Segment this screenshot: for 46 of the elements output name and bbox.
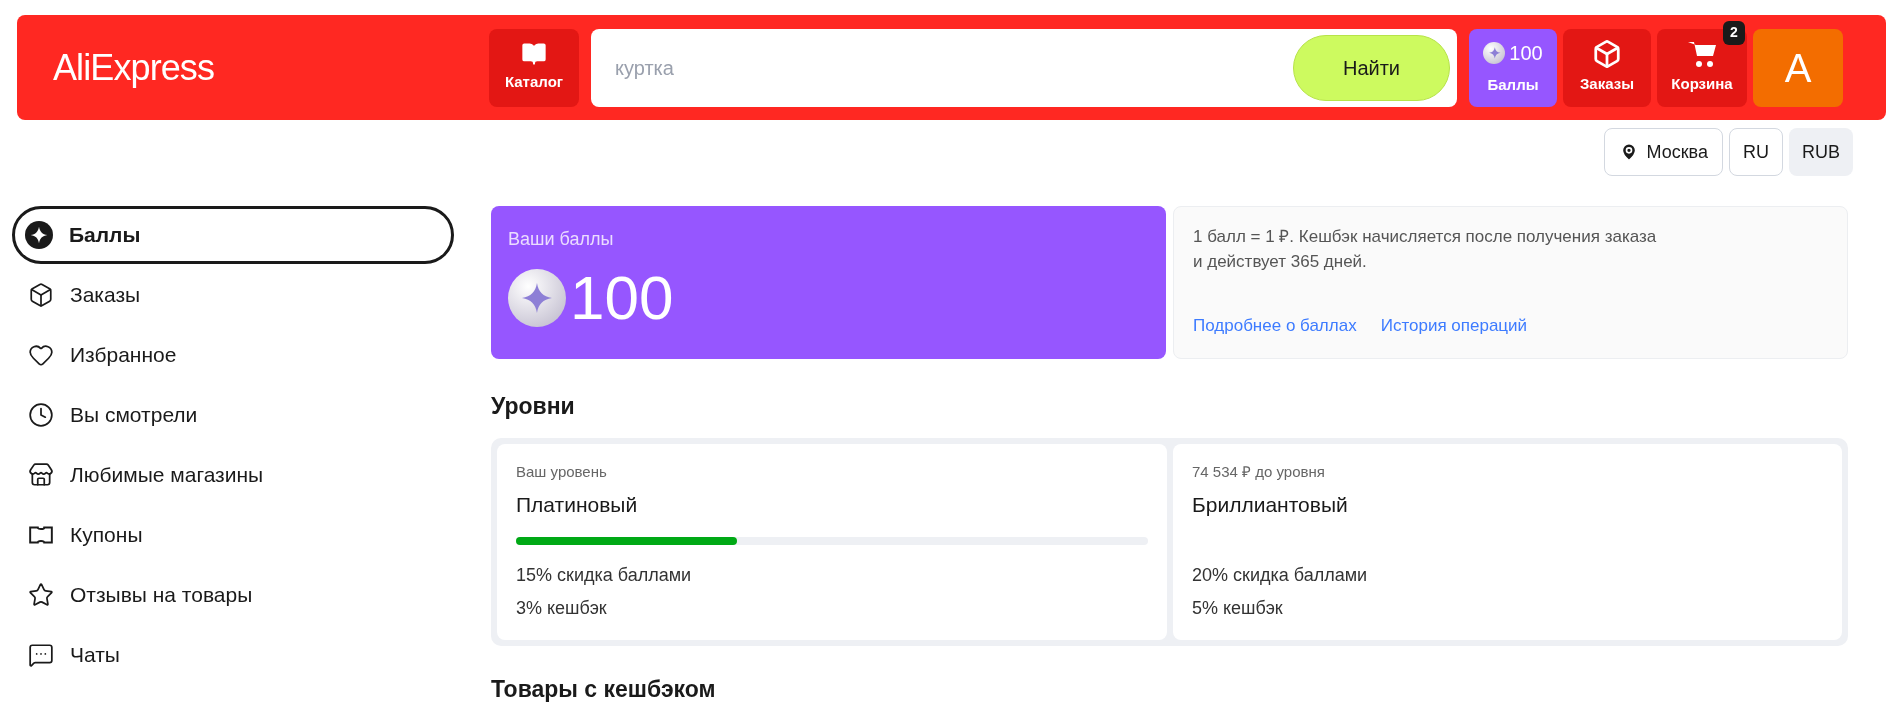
points-count: 100 <box>1509 41 1543 67</box>
level-perk: 3% кешбэк <box>516 596 608 620</box>
points-card-title: Ваши баллы <box>508 228 615 251</box>
level-name: Платиновый <box>516 492 639 518</box>
currency-button[interactable]: RUB <box>1789 128 1853 176</box>
info-link[interactable]: Подробнее о баллах <box>1193 312 1357 338</box>
level-name: Бриллиантовый <box>1192 492 1349 518</box>
sidebar-item[interactable]: Любимые магазины <box>12 446 454 504</box>
sidebar-item[interactable]: Отзывы на товары <box>12 566 454 624</box>
level-perk: 20% скидка баллами <box>1192 563 1369 587</box>
level-caption: Ваш уровень <box>516 461 608 482</box>
points-label: Баллы <box>1487 75 1539 96</box>
sidebar-item[interactable]: Чаты <box>12 626 454 684</box>
logo[interactable]: AliExpress <box>53 40 489 95</box>
section-title: Уровни <box>491 392 576 421</box>
search-field[interactable]: куртка Найти <box>591 28 1457 107</box>
sidebar-item[interactable]: Баллы <box>12 206 454 264</box>
info-link[interactable]: История операций <box>1380 312 1528 338</box>
sidebar-item[interactable]: Избранное <box>12 326 454 384</box>
heart-icon <box>28 342 54 368</box>
language-button[interactable]: RU <box>1729 128 1783 176</box>
search-button[interactable]: Найти <box>1293 34 1450 101</box>
store-icon <box>28 462 54 488</box>
clock-icon <box>28 402 54 428</box>
cart-icon <box>1686 39 1718 70</box>
star-icon <box>28 582 54 608</box>
level-perk: 15% скидка баллами <box>516 563 693 587</box>
info-text: 1 балл = 1 ₽. Кешбэк начисляется после получения заказа и действует 365 дней. <box>1193 226 1658 273</box>
orders-button[interactable]: Заказы <box>1563 28 1651 107</box>
catalog-button[interactable]: Каталог <box>489 28 579 107</box>
points-button[interactable]: 100 Баллы <box>1469 28 1557 107</box>
box-icon <box>1592 39 1622 70</box>
city-button[interactable]: Москва <box>1603 128 1723 176</box>
level-caption: 74 534 ₽ до уровня <box>1192 461 1326 482</box>
sparkle-icon <box>25 221 53 249</box>
sidebar-item[interactable]: Вы смотрели <box>12 386 454 444</box>
coin-icon <box>1483 42 1506 65</box>
box-icon <box>28 282 54 308</box>
chat-icon <box>28 642 54 668</box>
sidebar-item[interactable]: Заказы <box>12 266 454 324</box>
cart-badge: 2 <box>1723 20 1745 45</box>
coin-icon <box>508 269 566 327</box>
sidebar-item[interactable]: Купоны <box>12 506 454 564</box>
level-perk: 5% кешбэк <box>1192 596 1284 620</box>
section-title: Товары с кешбэком <box>491 674 717 704</box>
points-balance: 100 <box>570 267 674 329</box>
